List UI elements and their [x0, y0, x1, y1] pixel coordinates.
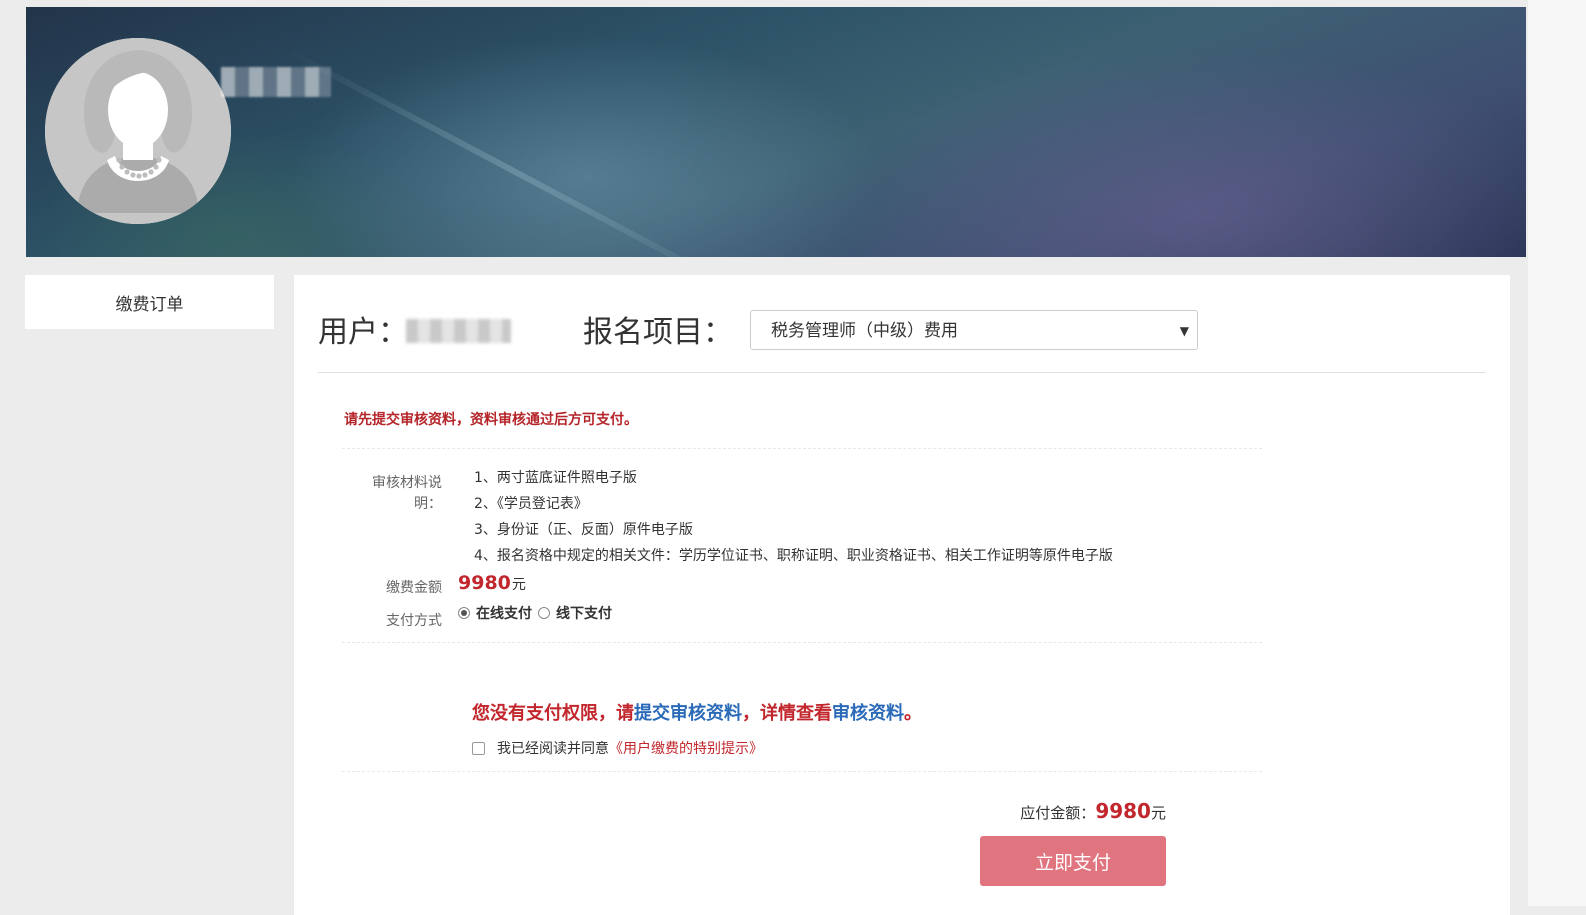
agreement-text: 我已经阅读并同意 — [497, 741, 609, 757]
no-permission-message: 您没有支付权限，请提交审核资料，详情查看审核资料。 — [472, 699, 922, 725]
no-permission-text: 。 — [904, 703, 922, 724]
user-avatar — [45, 38, 231, 224]
requirements-label: 审核材料说明： — [372, 475, 442, 512]
no-permission-text: ，详情查看 — [742, 703, 832, 724]
total-value: 9980 — [1095, 799, 1151, 823]
sidebar-item-label: 缴费订单 — [115, 294, 184, 315]
agreement-row: 我已经阅读并同意 《用户缴费的特别提示》 — [472, 738, 763, 758]
section-divider — [342, 771, 1262, 772]
offline-payment-label[interactable]: 线下支付 — [556, 603, 612, 623]
main-panel: 用户： 报名项目： 税务管理师（中级）费用 ▼ 请先提交审核资料，资料审核通过后… — [294, 275, 1510, 915]
username-redacted — [221, 67, 331, 97]
section-divider — [342, 448, 1262, 449]
list-item: 2、《学员登记表》 — [474, 496, 588, 512]
list-item: 1、两寸蓝底证件照电子版 — [474, 470, 637, 486]
view-docs-link[interactable]: 审核资料 — [832, 703, 904, 724]
submit-docs-link[interactable]: 提交审核资料 — [634, 703, 742, 724]
radio-offline-payment[interactable] — [538, 607, 550, 619]
total-label: 应付金额： — [1020, 804, 1096, 822]
dropdown-arrow-icon: ▼ — [1179, 324, 1189, 338]
list-item: 3、身份证（正、反面）原件电子版 — [474, 522, 693, 538]
total-unit: 元 — [1150, 804, 1166, 822]
pay-now-button[interactable]: 立即支付 — [980, 836, 1166, 886]
project-select[interactable]: 税务管理师（中级）费用 ▼ — [750, 310, 1198, 350]
header-divider — [318, 372, 1486, 373]
payment-method-label: 支付方式 — [386, 613, 442, 629]
total-amount: 应付金额：9980元 — [994, 799, 1166, 823]
no-permission-text: 您没有支付权限，请 — [472, 703, 634, 724]
radio-online-payment[interactable] — [458, 607, 470, 619]
payment-method-options: 在线支付 线下支付 — [458, 603, 612, 623]
page-right-margin — [1528, 0, 1586, 906]
project-select-value: 税务管理师（中级）费用 — [771, 321, 958, 341]
fee-amount-value: 9980 — [458, 572, 511, 594]
section-divider — [342, 642, 1262, 643]
sidebar-item-payment-orders[interactable]: 缴费订单 — [25, 275, 274, 329]
female-avatar-icon — [45, 38, 231, 224]
banner-light-streak — [284, 47, 747, 257]
profile-banner — [26, 7, 1526, 257]
submit-docs-warning: 请先提交审核资料，资料审核通过后方可支付。 — [344, 412, 638, 428]
user-label: 用户： — [318, 315, 408, 350]
agreement-checkbox[interactable] — [472, 741, 485, 755]
fee-amount: 9980元 — [458, 572, 526, 594]
list-item: 4、报名资格中规定的相关文件：学历学位证书、职称证明、职业资格证书、相关工作证明… — [474, 548, 1113, 564]
requirements-list: 1、两寸蓝底证件照电子版 2、《学员登记表》 3、身份证（正、反面）原件电子版 … — [474, 465, 1113, 569]
fee-unit: 元 — [511, 577, 526, 593]
user-name-redacted — [406, 319, 511, 343]
project-label: 报名项目： — [583, 315, 733, 350]
online-payment-label[interactable]: 在线支付 — [476, 603, 532, 623]
fee-label: 缴费金额 — [386, 580, 442, 596]
order-header: 用户： 报名项目： 税务管理师（中级）费用 ▼ — [318, 307, 1488, 355]
agreement-link[interactable]: 《用户缴费的特别提示》 — [609, 738, 763, 758]
